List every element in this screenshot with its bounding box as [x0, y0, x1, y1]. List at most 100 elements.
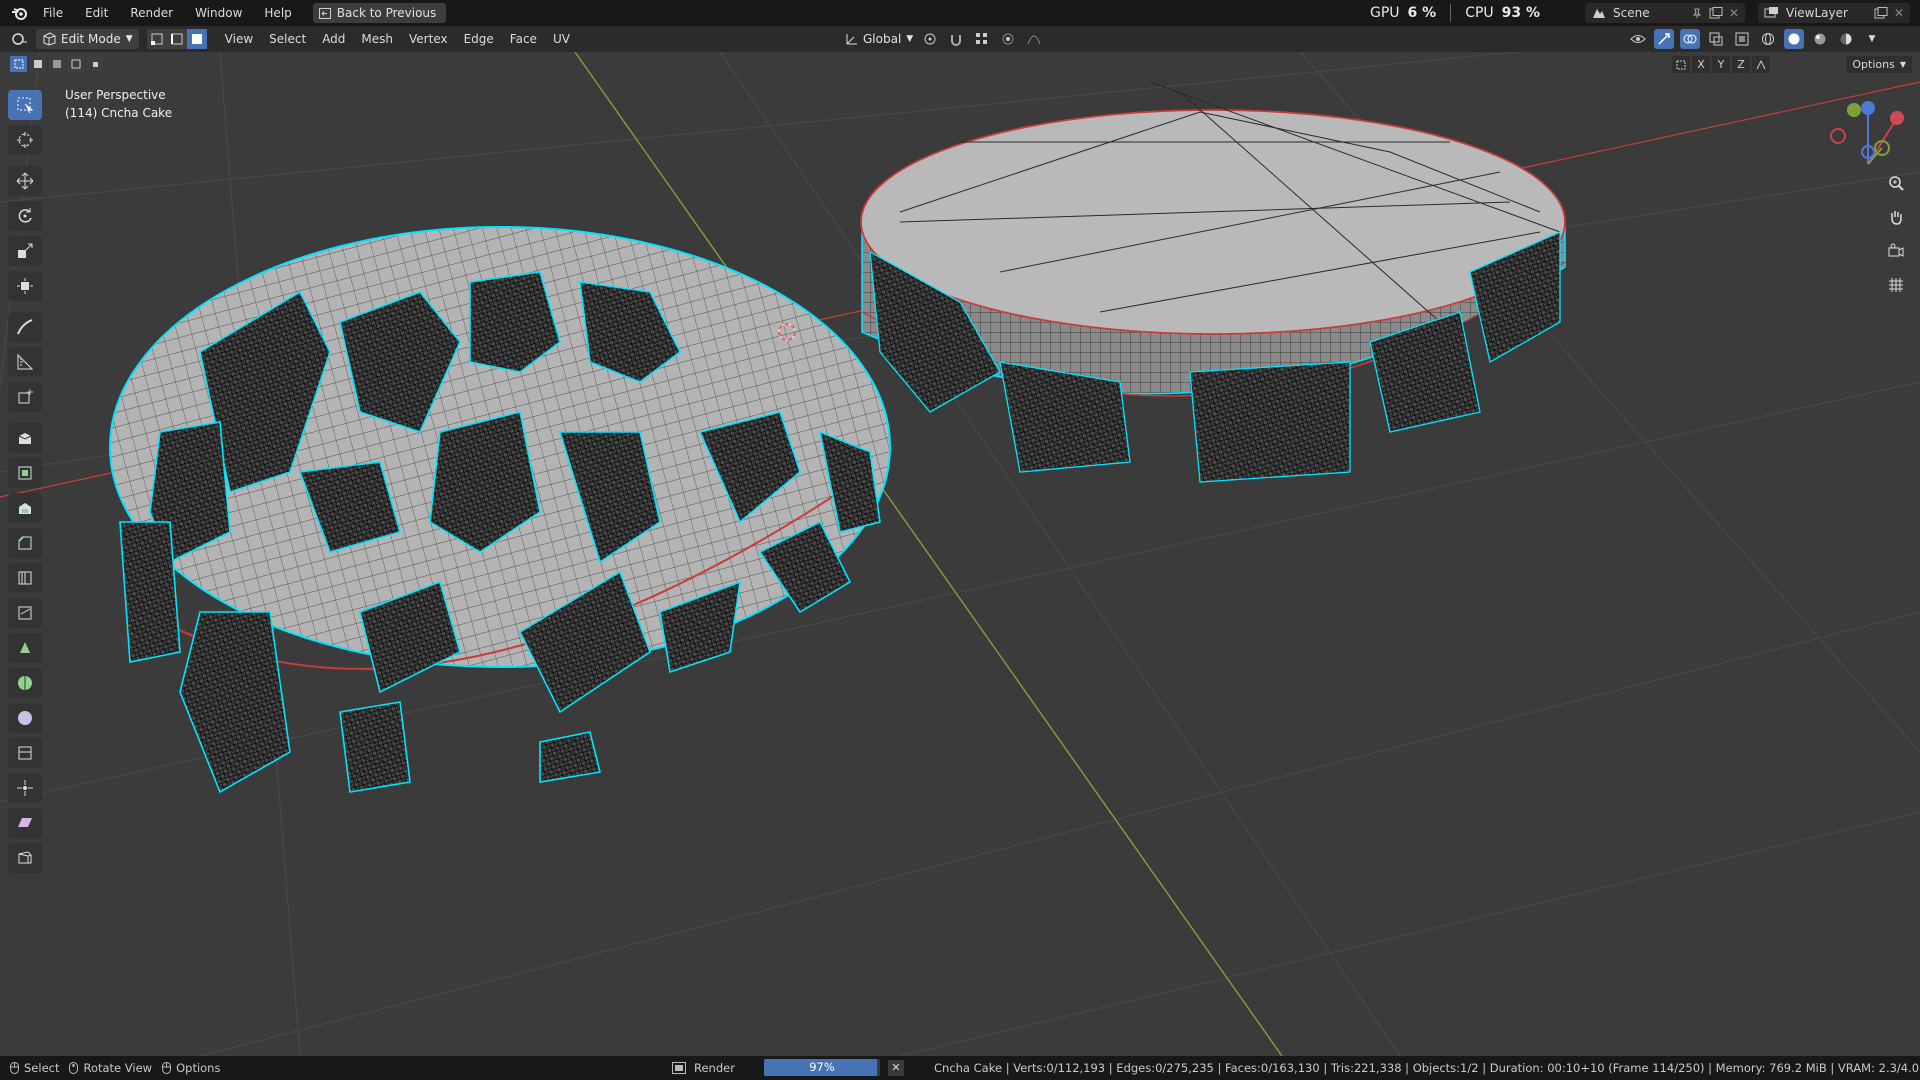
rip-region-icon[interactable]	[8, 843, 42, 873]
select-invert-icon[interactable]	[67, 56, 84, 72]
menu-view[interactable]: View	[217, 26, 261, 52]
smooth-icon[interactable]	[8, 703, 42, 733]
viewport-canvas[interactable]	[0, 52, 1920, 1056]
shading-rendered-icon[interactable]	[1836, 29, 1856, 49]
shear-icon[interactable]	[8, 808, 42, 838]
view-layer-name: ViewLayer	[1786, 6, 1848, 20]
edit-mode-icon	[43, 32, 56, 46]
tool-shelf	[8, 90, 46, 878]
menu-file[interactable]: File	[32, 0, 74, 26]
cpu-label: CPU	[1465, 5, 1494, 21]
perf-divider	[1450, 4, 1452, 22]
inset-faces-icon[interactable]	[8, 493, 42, 523]
extrude-region-icon[interactable]	[8, 423, 42, 453]
navigation-gizmo[interactable]	[1830, 101, 1904, 165]
edge-select-icon[interactable]	[166, 29, 187, 49]
menu-edge[interactable]: Edge	[456, 26, 502, 52]
select-new-icon[interactable]	[10, 56, 27, 72]
falloff-icon[interactable]	[1024, 29, 1044, 49]
shading-wireframe-icon[interactable]	[1758, 29, 1778, 49]
scale-icon[interactable]	[8, 236, 42, 266]
delete-scene-icon[interactable]: ✕	[1729, 6, 1739, 20]
menu-edit[interactable]: Edit	[74, 0, 119, 26]
transform-icon[interactable]	[8, 271, 42, 301]
bevel-icon[interactable]	[8, 528, 42, 558]
add-cube-icon[interactable]	[8, 382, 42, 412]
measure-icon[interactable]	[8, 347, 42, 377]
view-layer-selector[interactable]: ViewLayer ✕	[1758, 3, 1910, 23]
snap-target-icon[interactable]	[972, 29, 992, 49]
menu-select[interactable]: Select	[261, 26, 314, 52]
edge-slide-icon[interactable]	[8, 738, 42, 768]
mode-dropdown[interactable]: Edit Mode ▼	[36, 29, 139, 49]
menu-help[interactable]: Help	[253, 0, 302, 26]
select-extend-icon[interactable]	[29, 56, 46, 72]
cpu-value: 93 %	[1501, 5, 1541, 21]
status-rotate-hint: Rotate View	[69, 1061, 152, 1075]
menu-vertex[interactable]: Vertex	[401, 26, 456, 52]
gizmo-icon[interactable]	[1654, 29, 1674, 49]
status-options-hint: Options	[162, 1061, 220, 1075]
shading-options-chevron-icon[interactable]: ▼	[1862, 29, 1882, 49]
options-label: Options	[1852, 58, 1895, 71]
mirror-x-toggle[interactable]: X	[1692, 56, 1710, 73]
overlays-icon[interactable]	[1680, 29, 1700, 49]
xray-icon[interactable]	[1732, 29, 1752, 49]
menu-window[interactable]: Window	[184, 0, 253, 26]
loop-cut-icon[interactable]	[8, 563, 42, 593]
face-select-icon[interactable]	[186, 29, 207, 49]
mirror-z-toggle[interactable]: Z	[1732, 56, 1750, 73]
menu-mesh[interactable]: Mesh	[353, 26, 401, 52]
editor-type-icon[interactable]	[10, 29, 30, 49]
spin-icon[interactable]	[8, 668, 42, 698]
3d-viewport[interactable]: User Perspective (114) Cncha Cake X Y Z …	[0, 52, 1920, 1056]
poly-build-icon[interactable]	[8, 633, 42, 663]
extrude-manifold-icon[interactable]	[8, 458, 42, 488]
transform-affect-icon[interactable]	[1672, 56, 1690, 73]
snap-toggle-icon[interactable]	[946, 29, 966, 49]
back-to-previous-button[interactable]: Back to Previous	[312, 3, 447, 23]
mirror-axes-row: X Y Z	[1672, 56, 1770, 73]
select-box-icon[interactable]	[8, 90, 42, 120]
shrink-fatten-icon[interactable]	[8, 773, 42, 803]
pin-icon[interactable]	[1691, 7, 1703, 19]
mouse-middle-icon	[69, 1062, 79, 1074]
render-progress-bar: 97%	[764, 1059, 880, 1076]
mirror-y-toggle[interactable]: Y	[1712, 56, 1730, 73]
camera-view-icon[interactable]	[1882, 238, 1910, 264]
mesh-edit-overlays-icon[interactable]	[1706, 29, 1726, 49]
delete-view-layer-icon[interactable]: ✕	[1894, 6, 1904, 20]
annotate-icon[interactable]	[8, 312, 42, 342]
mesh-symmetry-icon[interactable]	[1752, 56, 1770, 73]
new-scene-icon[interactable]	[1709, 7, 1723, 19]
mode-label: Edit Mode	[61, 32, 121, 46]
menu-face[interactable]: Face	[502, 26, 545, 52]
shading-solid-icon[interactable]	[1784, 29, 1804, 49]
menu-uv[interactable]: UV	[545, 26, 578, 52]
new-view-layer-icon[interactable]	[1874, 7, 1888, 19]
visibility-icon[interactable]	[1628, 29, 1648, 49]
proportional-edit-icon[interactable]	[998, 29, 1018, 49]
cursor-icon[interactable]	[8, 125, 42, 155]
blender-logo-icon[interactable]	[6, 0, 32, 26]
menu-add[interactable]: Add	[314, 26, 353, 52]
mouse-right-icon	[162, 1062, 172, 1074]
gpu-value: 6 %	[1407, 5, 1437, 21]
shading-material-icon[interactable]	[1810, 29, 1830, 49]
pan-hand-icon[interactable]	[1882, 204, 1910, 230]
select-subtract-icon[interactable]	[48, 56, 65, 72]
chevron-down-icon: ▼	[906, 34, 914, 44]
zoom-icon[interactable]	[1882, 170, 1910, 196]
ortho-toggle-icon[interactable]	[1882, 272, 1910, 298]
options-dropdown[interactable]: Options ▼	[1846, 56, 1912, 73]
rotate-icon[interactable]	[8, 201, 42, 231]
pivot-point-icon[interactable]	[920, 29, 940, 49]
vertex-select-icon[interactable]	[146, 29, 167, 49]
move-icon[interactable]	[8, 166, 42, 196]
cancel-render-button[interactable]: ✕	[888, 1059, 904, 1076]
scene-selector[interactable]: Scene ✕	[1585, 3, 1745, 23]
transform-orientation-dropdown[interactable]: Global ▼	[838, 29, 919, 49]
menu-render[interactable]: Render	[119, 0, 184, 26]
select-intersect-icon[interactable]	[86, 56, 103, 72]
knife-icon[interactable]	[8, 598, 42, 628]
